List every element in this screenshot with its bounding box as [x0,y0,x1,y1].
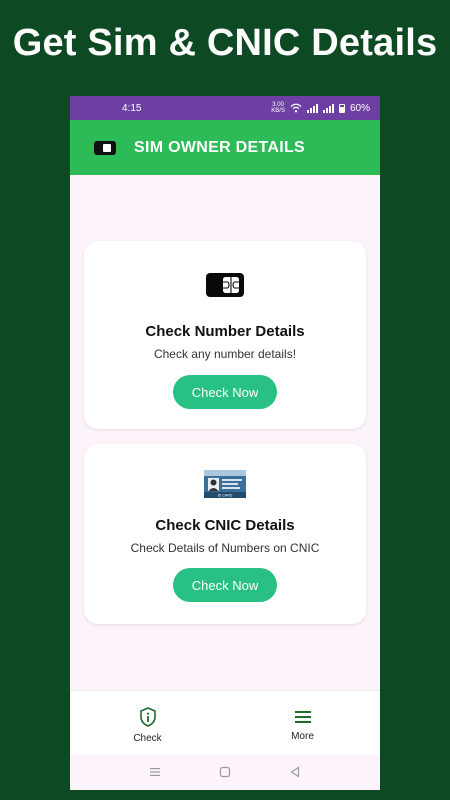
status-bar: 4:15 3.00 KB/S 60% [70,96,380,120]
nav-label-check: Check [133,732,162,744]
nav-item-check[interactable]: Check [70,691,225,755]
nav-item-more[interactable]: More [225,691,380,755]
signal-icon [306,103,318,113]
check-number-card: Check Number Details Check any number de… [84,241,366,429]
battery-level: 60% [349,102,370,114]
info-shield-icon [139,706,156,727]
check-cnic-card: ID CARD Check CNIC Details Check Details… [84,444,366,624]
card-subtitle: Check any number details! [153,347,297,361]
bottom-nav: Check More [70,690,380,755]
id-card-icon: ID CARD [204,470,246,498]
phone-screen: 4:15 3.00 KB/S 60% SIM OWNER DETAILS Che… [70,96,380,790]
check-number-button[interactable]: Check Now [173,375,277,409]
promo-title: Get Sim & CNIC Details [12,22,438,64]
card-title: Check Number Details [145,323,305,340]
card-subtitle: Check Details of Numbers on CNIC [130,541,320,555]
system-navigation [70,754,380,790]
recent-apps-icon[interactable] [149,766,161,778]
status-icons: 3.00 KB/S 60% [271,102,370,114]
app-bar: SIM OWNER DETAILS [70,120,380,175]
signal-icon-2 [322,103,334,113]
network-speed: 3.00 KB/S [271,102,285,114]
check-cnic-button[interactable]: Check Now [173,568,277,602]
battery-icon [338,103,345,113]
back-icon[interactable] [289,766,301,778]
status-time: 4:15 [122,102,142,114]
home-icon[interactable] [219,766,231,778]
id-card-label: ID CARD [218,494,233,498]
card-title: Check CNIC Details [155,517,295,534]
app-title: SIM OWNER DETAILS [134,138,306,156]
menu-icon [294,710,311,723]
network-speed-unit: KB/S [271,108,285,114]
sim-card-icon [94,140,116,155]
wifi-icon [290,103,302,113]
nav-label-more: More [291,730,314,742]
sim-card-icon [206,273,244,297]
